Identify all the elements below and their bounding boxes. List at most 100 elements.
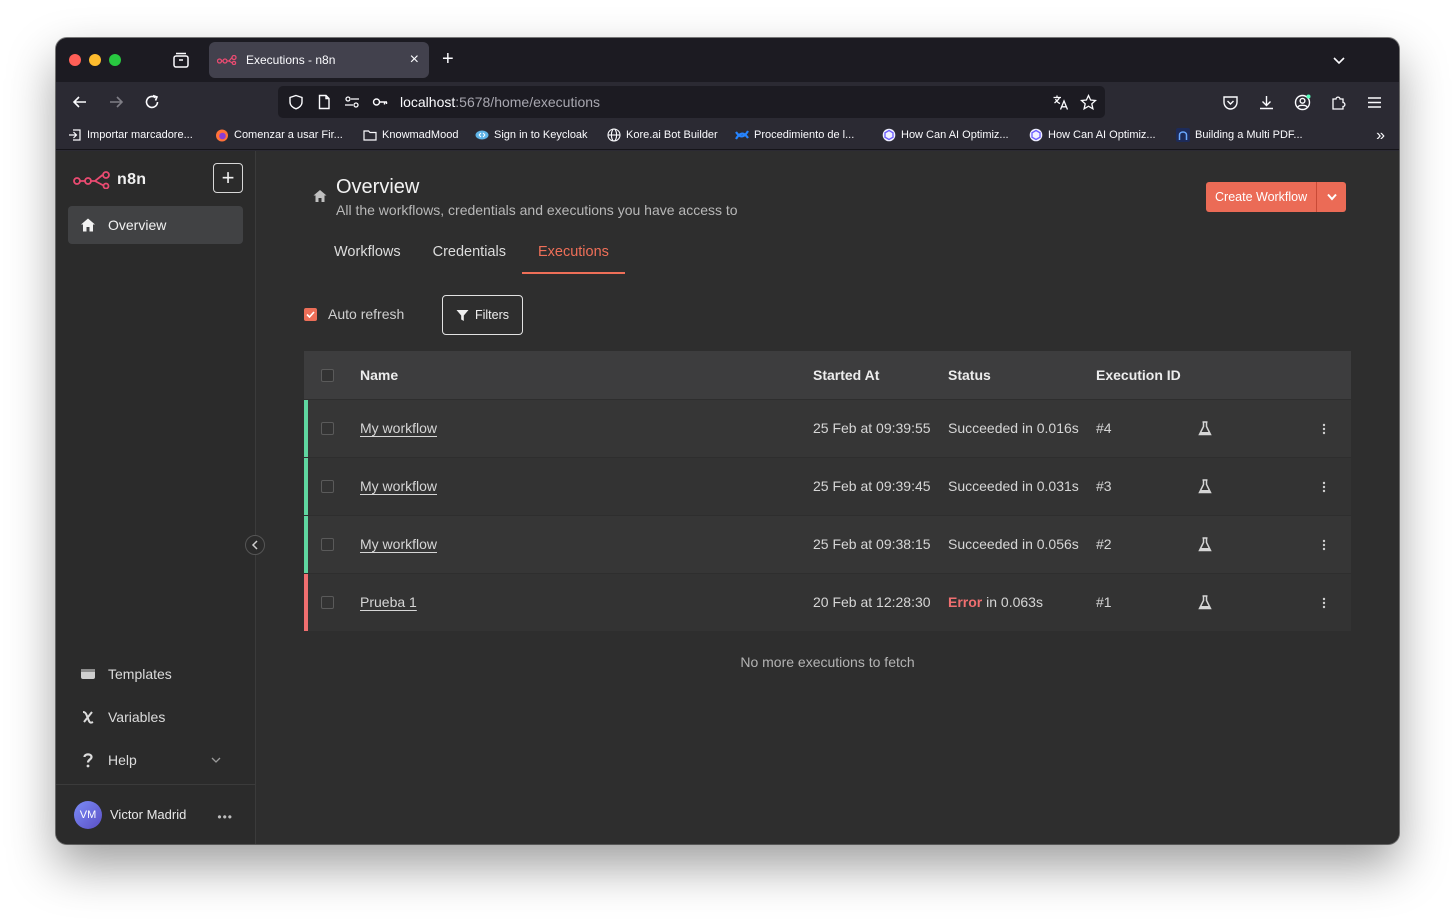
user-profile[interactable]: VM Victor Madrid ••• <box>56 784 255 844</box>
workflow-link[interactable]: Prueba 1 <box>360 594 417 610</box>
tab-workflows[interactable]: Workflows <box>318 236 417 270</box>
status-text: Error in 0.063s <box>948 594 1043 610</box>
close-window-button[interactable] <box>69 54 81 66</box>
table-row[interactable]: Prueba 1 20 Feb at 12:28:30 Error in 0.0… <box>304 573 1351 631</box>
page-icon[interactable] <box>316 94 332 110</box>
row-checkbox[interactable] <box>321 538 334 551</box>
workflow-link[interactable]: My workflow <box>360 536 437 552</box>
status-text: Succeeded in 0.016s <box>948 420 1079 436</box>
row-checkbox[interactable] <box>321 422 334 435</box>
create-workflow-button[interactable]: Create Workflow <box>1206 182 1317 212</box>
list-all-tabs-icon[interactable] <box>1331 52 1347 68</box>
downloads-icon[interactable] <box>1258 94 1275 111</box>
browser-tab-executions[interactable]: Executions - n8n × <box>209 42 429 78</box>
sidebar-item-templates[interactable]: Templates <box>68 655 243 693</box>
url-bar[interactable]: localhost:5678/home/executions <box>278 86 1105 118</box>
bookmark-item[interactable]: How Can AI Optimiz... <box>1029 128 1156 142</box>
status-stripe <box>304 574 308 631</box>
workflow-link[interactable]: My workflow <box>360 420 437 436</box>
bookmark-item[interactable]: KnowmadMood <box>363 128 458 142</box>
create-workflow-button-group: Create Workflow <box>1206 182 1347 212</box>
execution-id: #3 <box>1096 478 1112 494</box>
collapse-sidebar-button[interactable] <box>245 535 265 555</box>
navigation-toolbar: localhost:5678/home/executions <box>56 82 1399 122</box>
started-at: 25 Feb at 09:38:15 <box>813 536 931 552</box>
bookmark-item[interactable]: Importar marcadore... <box>68 128 193 142</box>
user-menu-icon[interactable]: ••• <box>217 811 233 823</box>
select-all-checkbox[interactable] <box>321 369 334 382</box>
add-button[interactable]: + <box>213 163 243 193</box>
extensions-icon[interactable] <box>1330 94 1347 111</box>
bookmark-item[interactable]: Procedimiento de l... <box>735 128 854 142</box>
table-row[interactable]: My workflow 25 Feb at 09:39:55 Succeeded… <box>304 399 1351 457</box>
home-icon <box>313 190 327 202</box>
bookmark-item[interactable]: Building a Multi PDF... <box>1176 128 1303 142</box>
row-actions-icon[interactable] <box>1322 538 1326 552</box>
tab-title: Executions - n8n <box>246 53 336 67</box>
filter-icon <box>456 309 469 321</box>
filters-button[interactable]: Filters <box>442 295 523 335</box>
more-bookmarks-icon[interactable]: » <box>1376 127 1385 145</box>
status-stripe <box>304 516 308 573</box>
error-status: Error <box>948 594 983 610</box>
n8n-logo-icon <box>73 171 110 189</box>
create-workflow-dropdown[interactable] <box>1316 182 1347 212</box>
tab-executions[interactable]: Executions <box>521 236 625 274</box>
hexagon-icon <box>1029 128 1043 142</box>
row-actions-icon[interactable] <box>1322 422 1326 436</box>
tab-close-icon[interactable]: × <box>410 52 419 68</box>
minimize-window-button[interactable] <box>89 54 101 66</box>
bookmark-star-icon[interactable] <box>1080 94 1097 111</box>
forward-arrow-icon[interactable] <box>107 93 125 111</box>
row-actions-icon[interactable] <box>1322 596 1326 610</box>
confluence-icon <box>735 130 749 140</box>
sidebar-item-overview[interactable]: Overview <box>68 206 243 244</box>
bookmark-item[interactable]: Comenzar a usar Fir... <box>215 128 343 142</box>
pocket-icon[interactable] <box>1222 94 1239 111</box>
workflow-link[interactable]: My workflow <box>360 478 437 494</box>
started-at: 25 Feb at 09:39:55 <box>813 420 931 436</box>
bookmark-item[interactable]: Kore.ai Bot Builder <box>607 128 718 142</box>
n8n-logo[interactable]: n8n <box>73 171 146 189</box>
status-stripe <box>304 400 308 457</box>
auto-refresh-toggle[interactable]: Auto refresh <box>304 306 404 322</box>
account-icon[interactable] <box>1294 94 1311 111</box>
page-subtitle: All the workflows, credentials and execu… <box>336 202 738 218</box>
reload-icon[interactable] <box>143 93 161 111</box>
bookmark-item[interactable]: How Can AI Optimiz... <box>882 128 1009 142</box>
permissions-icon[interactable] <box>344 94 360 110</box>
flask-icon[interactable] <box>1198 595 1212 610</box>
shield-icon[interactable] <box>288 94 304 110</box>
row-checkbox[interactable] <box>321 480 334 493</box>
row-actions-icon[interactable] <box>1322 480 1326 494</box>
help-icon <box>83 753 93 768</box>
table-row[interactable]: My workflow 25 Feb at 09:39:45 Succeeded… <box>304 457 1351 515</box>
keycloak-icon <box>475 130 489 140</box>
bookmark-item[interactable]: Sign in to Keycloak <box>475 128 588 142</box>
sidebar-item-help[interactable]: Help <box>68 741 243 779</box>
column-header-status: Status <box>948 367 991 383</box>
zoom-window-button[interactable] <box>109 54 121 66</box>
executions-table: Name Started At Status Execution ID My w… <box>304 351 1351 631</box>
flask-icon[interactable] <box>1198 537 1212 552</box>
row-checkbox[interactable] <box>321 596 334 609</box>
tab-credentials[interactable]: Credentials <box>417 236 522 270</box>
sidebar-item-variables[interactable]: Variables <box>68 698 243 736</box>
status-text: Succeeded in 0.031s <box>948 478 1079 494</box>
execution-id: #2 <box>1096 536 1112 552</box>
status-text: Succeeded in 0.056s <box>948 536 1079 552</box>
app-menu-icon[interactable] <box>1366 94 1383 111</box>
new-tab-button[interactable]: + <box>442 49 454 69</box>
table-header: Name Started At Status Execution ID <box>304 351 1351 399</box>
auto-refresh-checkbox[interactable] <box>304 307 317 321</box>
table-row[interactable]: My workflow 25 Feb at 09:38:15 Succeeded… <box>304 515 1351 573</box>
flask-icon[interactable] <box>1198 421 1212 436</box>
started-at: 20 Feb at 12:28:30 <box>813 594 931 610</box>
back-arrow-icon[interactable] <box>71 93 89 111</box>
arch-icon <box>1176 128 1190 142</box>
key-icon[interactable] <box>372 94 388 110</box>
translate-icon[interactable] <box>1052 94 1069 111</box>
flask-icon[interactable] <box>1198 479 1212 494</box>
tab-manager-icon[interactable] <box>172 51 190 69</box>
avatar: VM <box>74 800 102 829</box>
